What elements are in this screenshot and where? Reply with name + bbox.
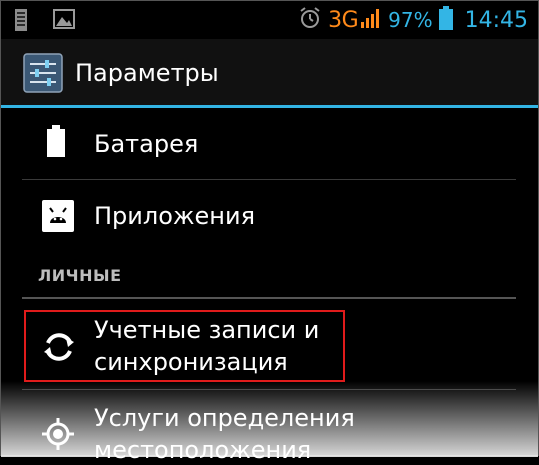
apps-icon: [41, 199, 75, 237]
battery-percent: 97%: [388, 8, 433, 32]
image-icon: [53, 9, 75, 33]
battery-icon: [438, 6, 453, 34]
network-type: 3G: [328, 7, 359, 33]
list-item-apps[interactable]: Приложения: [1, 181, 538, 253]
location-icon: [41, 417, 75, 455]
signal-icon: [360, 7, 382, 33]
alarm-icon: [298, 6, 322, 34]
divider: [22, 179, 516, 180]
page-title: Параметры: [75, 59, 219, 87]
list-item-location[interactable]: Услуги определения местоположения: [1, 391, 538, 464]
clock: 14:45: [464, 7, 528, 33]
list-item-label-line1: Услуги определения: [94, 404, 355, 432]
section-header-personal: ЛИЧНЫЕ: [38, 266, 122, 285]
list-item-label-line2: местоположения: [94, 436, 312, 464]
action-bar: Параметры: [1, 39, 538, 107]
list-item-label: Приложения: [94, 202, 256, 230]
section-divider: [22, 297, 516, 299]
battery-icon: [47, 125, 65, 161]
usb-debug-icon: [13, 9, 29, 35]
divider: [22, 389, 516, 390]
list-item-label: Батарея: [94, 130, 199, 158]
status-bar: 3G 97% 14:45: [1, 1, 538, 39]
action-bar-divider: [1, 105, 538, 108]
settings-sliders-icon[interactable]: [23, 53, 63, 97]
list-item-battery[interactable]: Батарея: [1, 109, 538, 179]
highlight-box: [24, 310, 345, 382]
